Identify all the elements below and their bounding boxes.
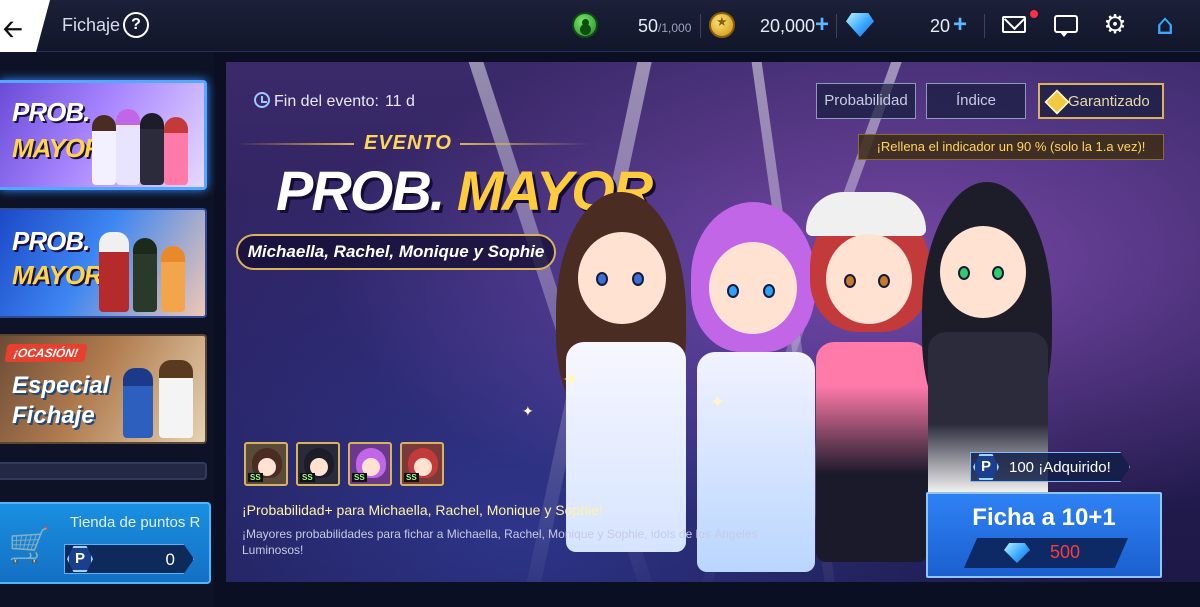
rank-tag: SS xyxy=(300,473,315,482)
sidebar-banner-prob-mayor-2[interactable]: PROB. MAYOR xyxy=(0,208,207,318)
energy-icon xyxy=(572,12,598,38)
event-end-time: Fin del evento: 11 d xyxy=(254,92,415,111)
rank-tag: SS xyxy=(352,473,367,482)
portrait-monique[interactable]: SS xyxy=(400,442,444,486)
chat-icon[interactable] xyxy=(1052,10,1082,40)
banner-line1: PROB. xyxy=(12,97,90,127)
home-icon[interactable]: ⌂ xyxy=(1150,10,1180,40)
banner-sidebar: PROB. MAYOR PROB. MAYOR ¡OCASIÓN! Especi… xyxy=(0,52,214,607)
gem-icon xyxy=(846,13,874,37)
event-kicker-text: EVENTO xyxy=(364,132,452,154)
probability-button[interactable]: Probabilidad xyxy=(816,83,916,119)
shop-points-value: 0 xyxy=(165,550,175,569)
sidebar-banner-prob-mayor-1[interactable]: PROB. MAYOR xyxy=(0,80,207,190)
guarantee-icon xyxy=(1044,89,1070,115)
shop-points-field: P 0 xyxy=(64,544,194,574)
event-end-value: 11 d xyxy=(384,93,415,110)
coin-icon xyxy=(709,12,735,38)
back-button[interactable]: 🡠 xyxy=(0,0,50,52)
divider xyxy=(836,14,837,38)
pull-10-plus-1-button[interactable]: Ficha a 10+1 500 xyxy=(926,492,1162,578)
coin-counter: 20,000 xyxy=(760,16,816,36)
gem-icon xyxy=(1004,543,1030,563)
description-title: ¡Probabilidad+ para Michaella, Rachel, M… xyxy=(242,502,603,518)
banner-art xyxy=(119,346,199,438)
pull-cost-value: 500 xyxy=(1050,542,1081,562)
portrait-michaella[interactable]: SS xyxy=(244,442,288,486)
banner-art xyxy=(88,93,198,185)
shop-label: Tienda de puntos R xyxy=(70,514,201,531)
banner-line2: Fichaje xyxy=(12,402,95,429)
portrait-sophie[interactable]: SS xyxy=(296,442,340,486)
pull-label: Ficha a 10+1 xyxy=(972,504,1116,531)
acquired-points: P 100 ¡Adquirido! xyxy=(970,452,1130,482)
clock-icon xyxy=(254,92,270,108)
occasion-tag: ¡OCASIÓN! xyxy=(4,344,88,362)
banner-line1: PROB. xyxy=(12,226,90,256)
featured-names: Michaella, Rachel, Monique y Sophie xyxy=(236,234,556,270)
guaranteed-button[interactable]: Garantizado xyxy=(1038,83,1164,119)
sidebar-banner-partial[interactable] xyxy=(0,462,207,480)
gear-icon[interactable]: ⚙ xyxy=(1100,10,1130,40)
top-bar: 🡠 Fichaje ? 50/1,000 20,000 + 20 + ⚙ ⌂ xyxy=(0,0,1200,52)
divider xyxy=(700,14,701,38)
banner-art xyxy=(89,220,199,312)
pull-cost: 500 xyxy=(964,538,1128,568)
points-icon: P xyxy=(973,454,999,480)
help-icon[interactable]: ? xyxy=(123,12,149,38)
r-points-shop-button[interactable]: 🛒 Tienda de puntos R P 0 xyxy=(0,502,211,584)
screen-title: Fichaje xyxy=(62,15,121,35)
sidebar-banner-special-fichaje[interactable]: ¡OCASIÓN! Especial Fichaje xyxy=(0,334,207,444)
rank-tag: SS xyxy=(248,473,263,482)
refill-note: ¡Rellena el indicador un 90 % (solo la 1… xyxy=(858,134,1164,160)
event-kicker: EVENTO xyxy=(236,132,596,156)
description-text: ¡Mayores probabilidades para fichar a Mi… xyxy=(242,527,758,557)
sparkle: ✦ xyxy=(522,404,534,420)
points-icon: P xyxy=(67,546,93,572)
divider xyxy=(984,14,985,38)
energy-max: /1,000 xyxy=(658,21,692,35)
add-gems-button[interactable]: + xyxy=(953,11,967,39)
acquired-text: 100 ¡Adquirido! xyxy=(1009,459,1111,476)
portrait-rachel[interactable]: SS xyxy=(348,442,392,486)
gem-counter: 20 xyxy=(930,16,951,36)
rank-tag: SS xyxy=(404,473,419,482)
index-button[interactable]: Índice xyxy=(926,83,1026,119)
sparkle: ✦ xyxy=(710,392,726,413)
back-arrow-icon: 🡠 xyxy=(3,15,23,43)
notification-dot xyxy=(1030,10,1038,18)
sparkle: ✦ xyxy=(562,368,581,393)
event-banner: Fin del evento: 11 d EVENTO PROB. MAYOR M… xyxy=(226,62,1200,582)
cart-icon: 🛒 xyxy=(8,526,51,566)
energy-counter: 50/1,000 xyxy=(638,16,692,36)
add-coins-button[interactable]: + xyxy=(815,11,829,39)
mail-icon[interactable] xyxy=(1000,10,1038,40)
banner-line1: Especial xyxy=(12,372,110,399)
